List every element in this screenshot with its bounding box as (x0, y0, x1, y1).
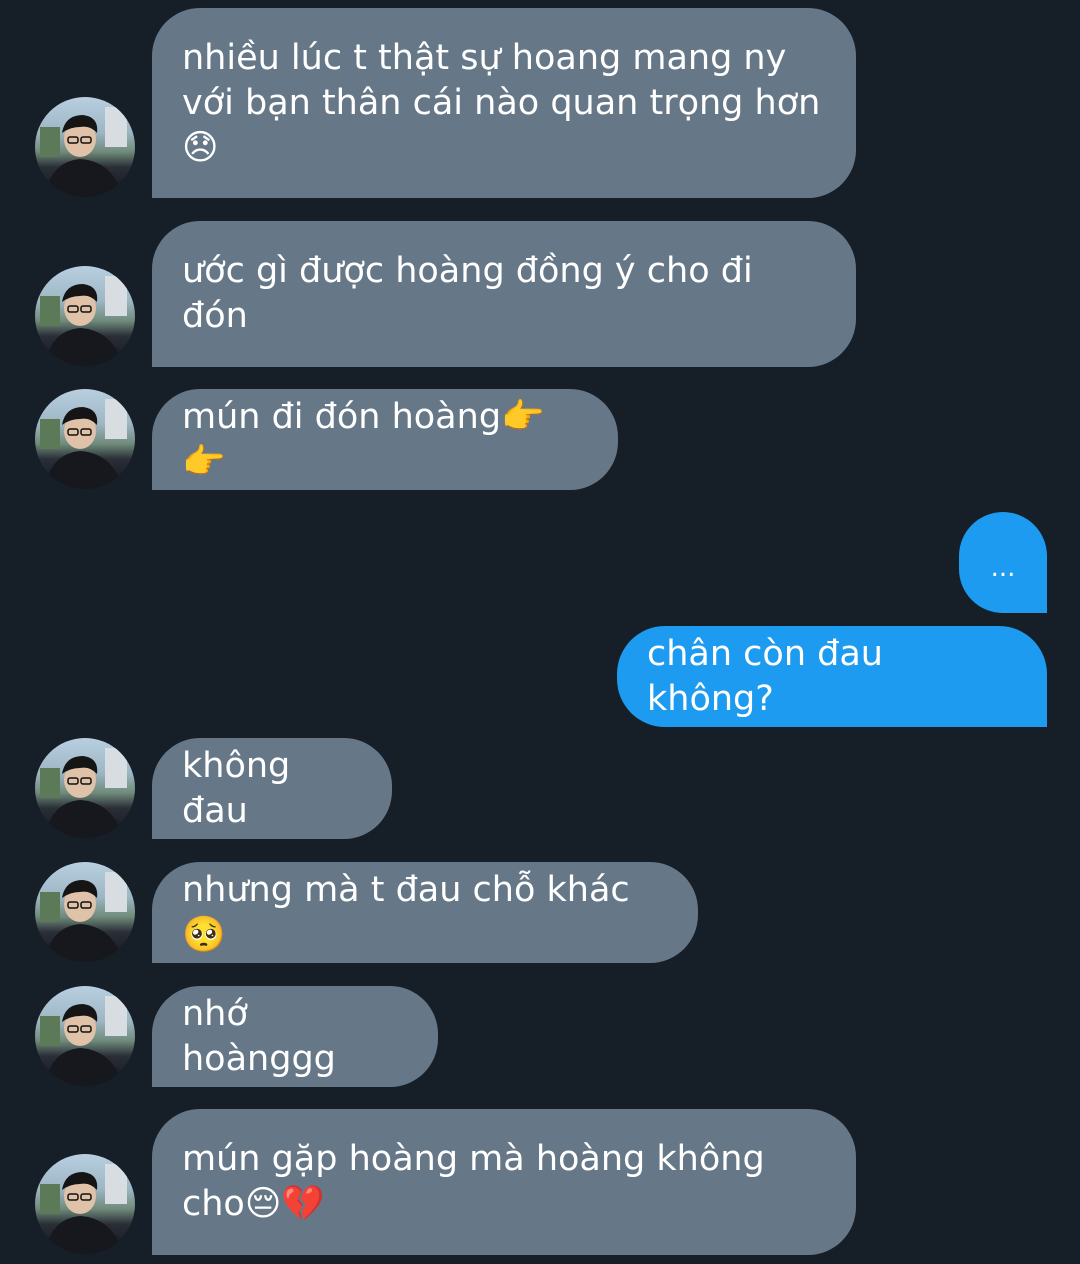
message-bubble-incoming[interactable]: nhớ hoànggg (152, 986, 438, 1087)
message-text: mún đi đón hoàng👉👉 (182, 396, 545, 482)
message-bubble-incoming[interactable]: mún đi đón hoàng👉👉 (152, 389, 618, 490)
message-text: chân còn đau không? (647, 633, 895, 719)
message-bubble-incoming[interactable]: ước gì được hoàng đồng ý cho đi đón (152, 221, 856, 367)
message-text: ước gì được hoàng đồng ý cho đi đón (182, 251, 764, 336)
avatar-photo-icon (40, 107, 127, 197)
contact-avatar[interactable] (35, 266, 135, 366)
contact-avatar[interactable] (35, 389, 135, 489)
message-bubble-outgoing[interactable]: chân còn đau không? (617, 626, 1047, 727)
message-text: không đau (182, 745, 302, 831)
avatar-photo-icon (40, 276, 127, 366)
contact-avatar[interactable] (35, 862, 135, 962)
avatar-photo-icon (40, 1164, 127, 1254)
message-bubble-incoming[interactable]: nhiều lúc t thật sự hoang mang ny với bạ… (152, 8, 856, 198)
message-bubble-incoming[interactable]: không đau (152, 738, 392, 839)
contact-avatar[interactable] (35, 97, 135, 197)
contact-avatar[interactable] (35, 1154, 135, 1254)
avatar-photo-icon (40, 872, 127, 962)
message-text: nhưng mà t đau chỗ khác🥺 (182, 869, 630, 955)
avatar-photo-icon (40, 996, 127, 1086)
avatar-photo-icon (40, 748, 127, 838)
avatar-photo-icon (40, 399, 127, 489)
message-text: ... (990, 552, 1016, 583)
message-bubble-outgoing[interactable]: ... (959, 512, 1047, 613)
message-text: nhớ hoànggg (182, 993, 336, 1079)
chat-thread: nhiều lúc t thật sự hoang mang ny với bạ… (0, 0, 1080, 1264)
message-bubble-incoming[interactable]: mún gặp hoàng mà hoàng không cho😔💔 (152, 1109, 856, 1255)
message-text: nhiều lúc t thật sự hoang mang ny với bạ… (182, 37, 832, 168)
message-bubble-incoming[interactable]: nhưng mà t đau chỗ khác🥺 (152, 862, 698, 963)
message-text: mún gặp hoàng mà hoàng không cho😔💔 (182, 1139, 776, 1224)
contact-avatar[interactable] (35, 738, 135, 838)
contact-avatar[interactable] (35, 986, 135, 1086)
